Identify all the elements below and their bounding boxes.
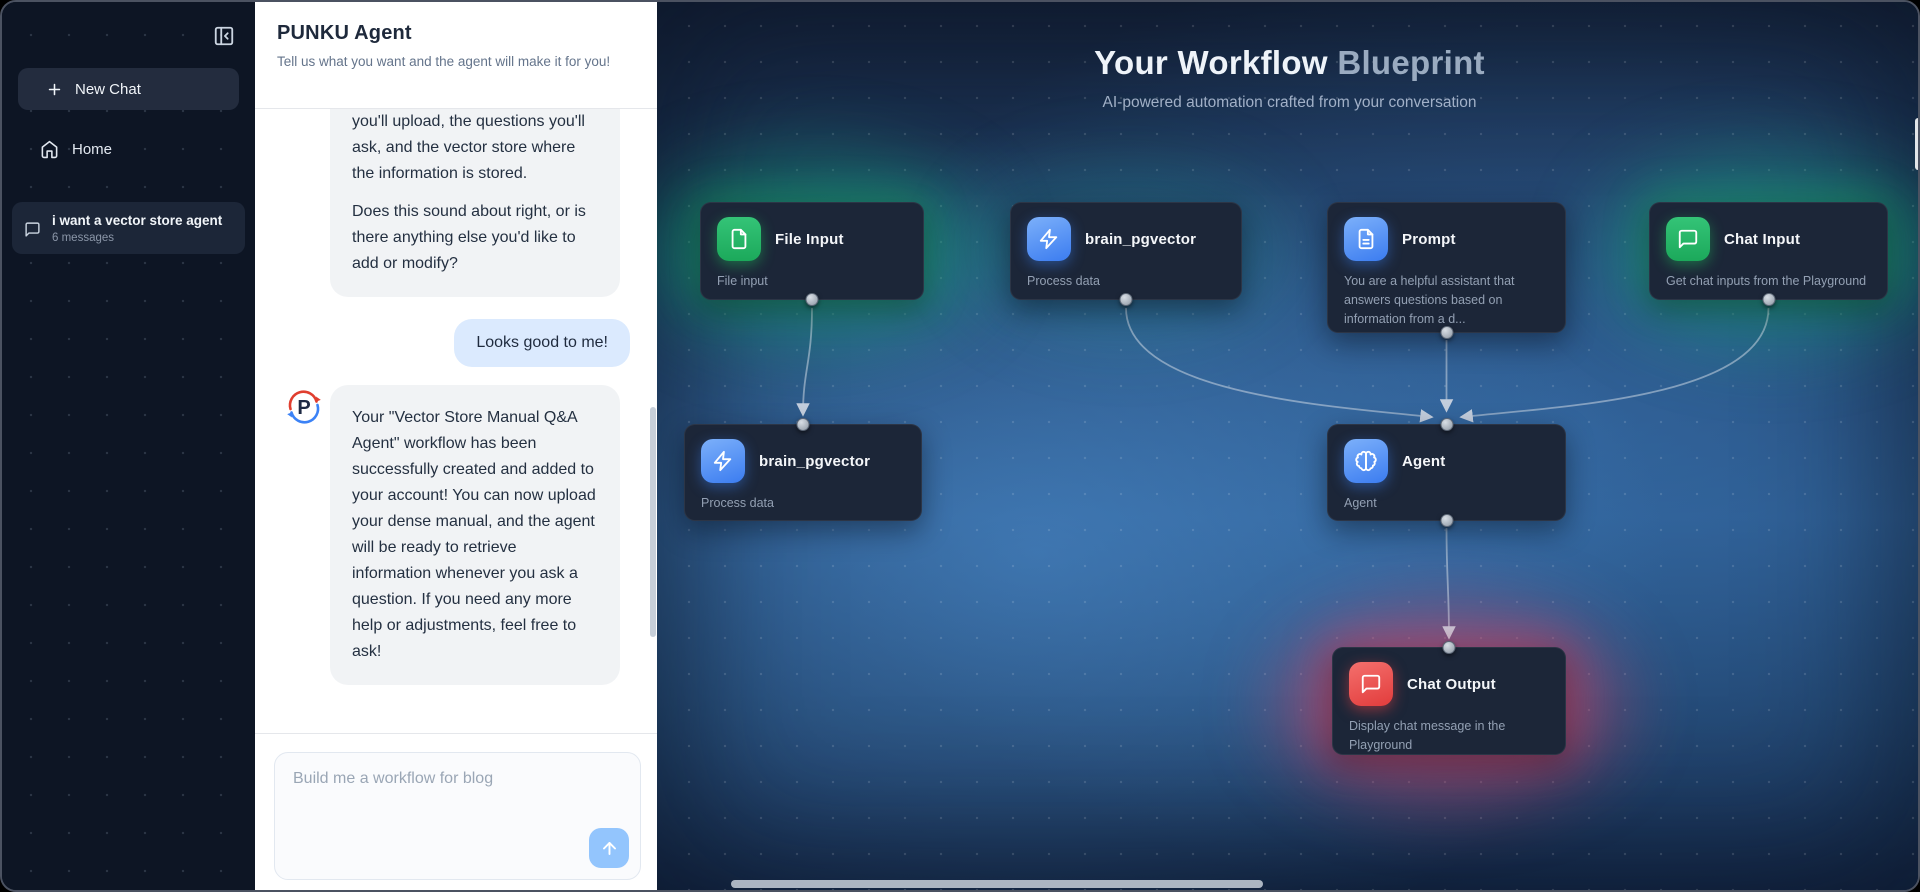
chat-history-title: i want a vector store agent xyxy=(52,213,223,228)
zap-icon xyxy=(701,439,745,483)
chat-scrollbar[interactable] xyxy=(650,407,656,637)
canvas-title: Your Workflow Blueprint xyxy=(1094,44,1485,81)
node-title: brain_pgvector xyxy=(1085,230,1197,248)
sidebar-collapse-button[interactable] xyxy=(211,24,237,50)
user-message-text: Looks good to me! xyxy=(454,319,630,367)
agent-message-text: Your "Vector Store Manual Q&A Agent" wor… xyxy=(330,385,620,685)
agent-message-text: Does this sound about right, or is there… xyxy=(352,203,586,272)
node-chat-input[interactable]: Chat Input Get chat inputs from the Play… xyxy=(1649,202,1888,306)
node-title: Agent xyxy=(1402,452,1446,470)
chat-history-item[interactable]: i want a vector store agent 6 messages xyxy=(12,202,245,254)
punku-avatar: P xyxy=(284,387,324,427)
chat-panel-title: PUNKU Agent xyxy=(277,22,412,44)
canvas-header: Your Workflow Blueprint AI-powered autom… xyxy=(657,44,1918,112)
node-output-port[interactable] xyxy=(1762,293,1775,306)
sidebar-item-home[interactable]: Home xyxy=(18,130,239,168)
node-description: Process data xyxy=(701,496,774,510)
node-output-port[interactable] xyxy=(805,293,819,306)
panel-collapse-icon xyxy=(213,25,235,50)
svg-text:P: P xyxy=(297,397,310,419)
zap-icon xyxy=(1027,217,1071,261)
node-title: Prompt xyxy=(1402,230,1456,248)
node-output-port[interactable] xyxy=(1119,293,1133,306)
agent-message-text: you'll upload, the questions you'll ask,… xyxy=(352,113,585,182)
canvas-vertical-scrollbar[interactable] xyxy=(1915,118,1918,170)
home-label: Home xyxy=(72,140,113,158)
chat-bubble-icon xyxy=(1349,662,1393,706)
node-chat-output[interactable]: Chat Output Display chat message in the … xyxy=(1332,641,1566,755)
node-title: brain_pgvector xyxy=(759,452,871,470)
user-message: Looks good to me! xyxy=(255,319,630,367)
canvas-subtitle: AI-powered automation crafted from your … xyxy=(1102,94,1477,111)
node-description: File input xyxy=(717,274,768,288)
file-icon xyxy=(717,217,761,261)
node-description: Process data xyxy=(1027,274,1100,288)
canvas-title-accent: Blueprint xyxy=(1337,44,1485,81)
node-output-port[interactable] xyxy=(1440,514,1453,527)
sidebar: New Chat Home i want a vector store agen… xyxy=(2,2,255,890)
chat-input[interactable] xyxy=(274,752,641,880)
chat-bubble-icon xyxy=(1666,217,1710,261)
chat-panel-subtitle: Tell us what you want and the agent will… xyxy=(277,54,611,69)
node-output-port[interactable] xyxy=(1440,326,1453,339)
node-agent[interactable]: Agent Agent xyxy=(1327,418,1566,527)
new-chat-button[interactable]: New Chat xyxy=(18,68,239,110)
node-input-port[interactable] xyxy=(1442,641,1456,654)
agent-message: P Your "Vector Store Manual Q&A Agent" w… xyxy=(284,385,657,685)
new-chat-label: New Chat xyxy=(75,80,141,98)
file-text-icon xyxy=(1344,217,1388,261)
chat-input-area xyxy=(255,733,657,890)
message-list: you'll upload, the questions you'll ask,… xyxy=(255,109,657,733)
send-button[interactable] xyxy=(589,828,629,868)
home-icon xyxy=(40,140,59,159)
node-input-port[interactable] xyxy=(796,418,810,431)
node-input-port[interactable] xyxy=(1440,418,1453,431)
chat-header: PUNKU Agent Tell us what you want and th… xyxy=(255,2,657,109)
node-description: Display chat message in the Playground xyxy=(1349,719,1506,752)
chat-panel: PUNKU Agent Tell us what you want and th… xyxy=(255,2,657,890)
node-prompt[interactable]: Prompt You are a helpful assistant that … xyxy=(1327,202,1566,339)
node-title: Chat Output xyxy=(1407,675,1496,693)
node-brain-pgvector-1[interactable]: brain_pgvector Process data xyxy=(1010,202,1242,306)
agent-message: you'll upload, the questions you'll ask,… xyxy=(330,109,657,297)
node-title: File Input xyxy=(775,230,844,248)
node-title: Chat Input xyxy=(1724,230,1801,248)
plus-icon xyxy=(46,81,63,98)
chat-history-count: 6 messages xyxy=(52,232,115,244)
node-file-input[interactable]: File Input File input xyxy=(700,202,924,306)
brain-icon xyxy=(1344,439,1388,483)
app-window: New Chat Home i want a vector store agen… xyxy=(0,0,1920,892)
chat-bubble-icon xyxy=(24,221,41,238)
node-description: Get chat inputs from the Playground xyxy=(1666,274,1867,288)
arrow-up-icon xyxy=(600,839,619,858)
canvas-horizontal-scrollbar[interactable] xyxy=(731,880,1263,888)
node-description: Agent xyxy=(1344,496,1377,510)
workflow-canvas[interactable]: Your Workflow Blueprint AI-powered autom… xyxy=(657,2,1918,890)
node-description: You are a helpful assistant that answers… xyxy=(1344,274,1515,326)
node-brain-pgvector-2[interactable]: brain_pgvector Process data xyxy=(684,418,922,521)
